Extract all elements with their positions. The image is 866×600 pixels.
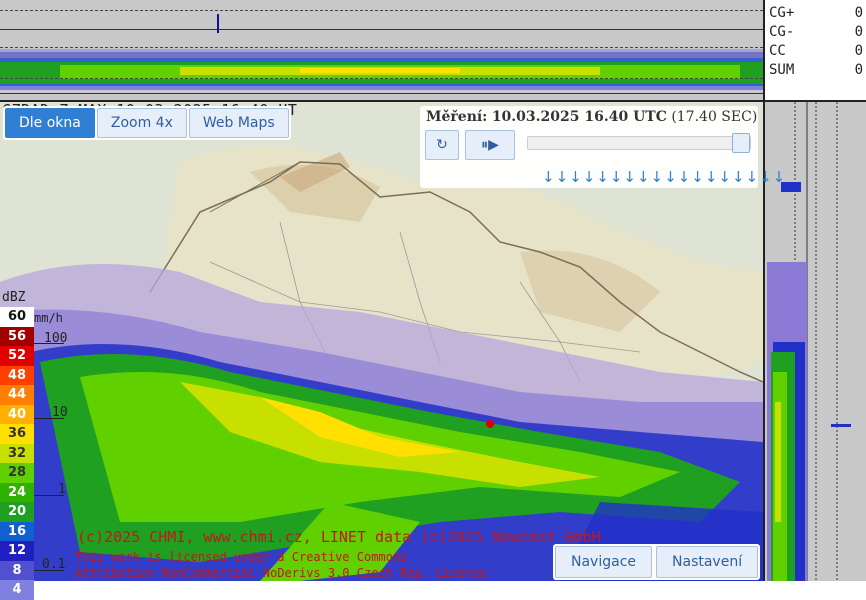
legend-level-52: 52 <box>0 346 34 366</box>
legend-level-60: 60 <box>0 307 34 327</box>
stat-cc: CC 0 <box>769 43 863 59</box>
license-line-2: Attribution-NonCommercial-NoDerivs 3.0 C… <box>75 566 487 580</box>
settings-button[interactable]: Nastavení <box>656 546 759 578</box>
horizontal-divider <box>0 100 866 102</box>
vertical-divider <box>763 0 765 581</box>
time-profile-strip <box>0 0 763 100</box>
stat-cg-plus: CG+ 0 <box>769 5 863 21</box>
refresh-icon: ↻ <box>436 137 448 153</box>
legend-unit: mm/h <box>34 311 63 325</box>
timeline-slider-thumb[interactable] <box>732 133 750 153</box>
pause-play-icon: ⏸▶ <box>481 137 499 153</box>
play-pause-button[interactable]: ⏸▶ <box>465 130 515 160</box>
timeline-slider[interactable] <box>527 136 751 150</box>
stat-sum: SUM 0 <box>769 62 863 78</box>
lightning-tick <box>217 14 219 33</box>
legend-level-48: 48 <box>0 365 34 385</box>
scale-line <box>34 418 64 419</box>
legend-level-28: 28 <box>0 463 34 483</box>
refresh-button[interactable]: ↻ <box>425 130 459 160</box>
legend-level-44: 44 <box>0 385 34 405</box>
legend-level-36: 36 <box>0 424 34 444</box>
legend-level-12: 12 <box>0 541 34 561</box>
stat-cg-minus: CG- 0 <box>769 24 863 40</box>
scale-line <box>34 495 64 496</box>
legend-level-4: 4 <box>0 580 34 600</box>
lightning-stats: CG+ 0 CG- 0 CC 0 SUM 0 <box>764 0 866 100</box>
profile-band <box>0 49 763 90</box>
legend-level-24: 24 <box>0 482 34 502</box>
measurement-panel: Měření: 10.03.2025 16.40 UTC (17.40 SEC)… <box>420 106 785 188</box>
fit-window-button[interactable]: Dle okna <box>5 108 95 138</box>
license-line-1: This work is licensed under a Creative C… <box>75 550 408 564</box>
navigation-button[interactable]: Navigace <box>555 546 653 578</box>
bottom-nav: Navigace Nastavení <box>553 544 761 580</box>
web-maps-button[interactable]: Web Maps <box>188 108 289 138</box>
copyright-text: (c)2025 CHMI, www.chmi.cz, LINET data (c… <box>77 528 601 546</box>
scale-line <box>34 570 64 571</box>
legend-level-16: 16 <box>0 521 34 541</box>
legend-level-56: 56 <box>0 326 34 346</box>
legend-unit-dbz: dBZ <box>2 290 26 305</box>
reflectivity-legend: 60 56 52 48 44 40 36 32 28 24 20 16 12 8 4 <box>0 307 34 600</box>
timeline-arrows[interactable]: ↓↓↓↓↓↓↓↓↓↓↓↓↓↓↓↓↓↓ <box>542 168 786 186</box>
zoom-4x-button[interactable]: Zoom 4x <box>96 108 187 138</box>
legend-level-40: 40 <box>0 404 34 424</box>
legend-level-32: 32 <box>0 443 34 463</box>
legend-level-20: 20 <box>0 502 34 522</box>
view-toggle-group: Dle okna Zoom 4x Web Maps <box>3 106 291 140</box>
scale-line <box>34 343 64 344</box>
legend-level-8: 8 <box>0 560 34 580</box>
measurement-title: Měření: 10.03.2025 16.40 UTC (17.40 SEC) <box>426 109 758 125</box>
